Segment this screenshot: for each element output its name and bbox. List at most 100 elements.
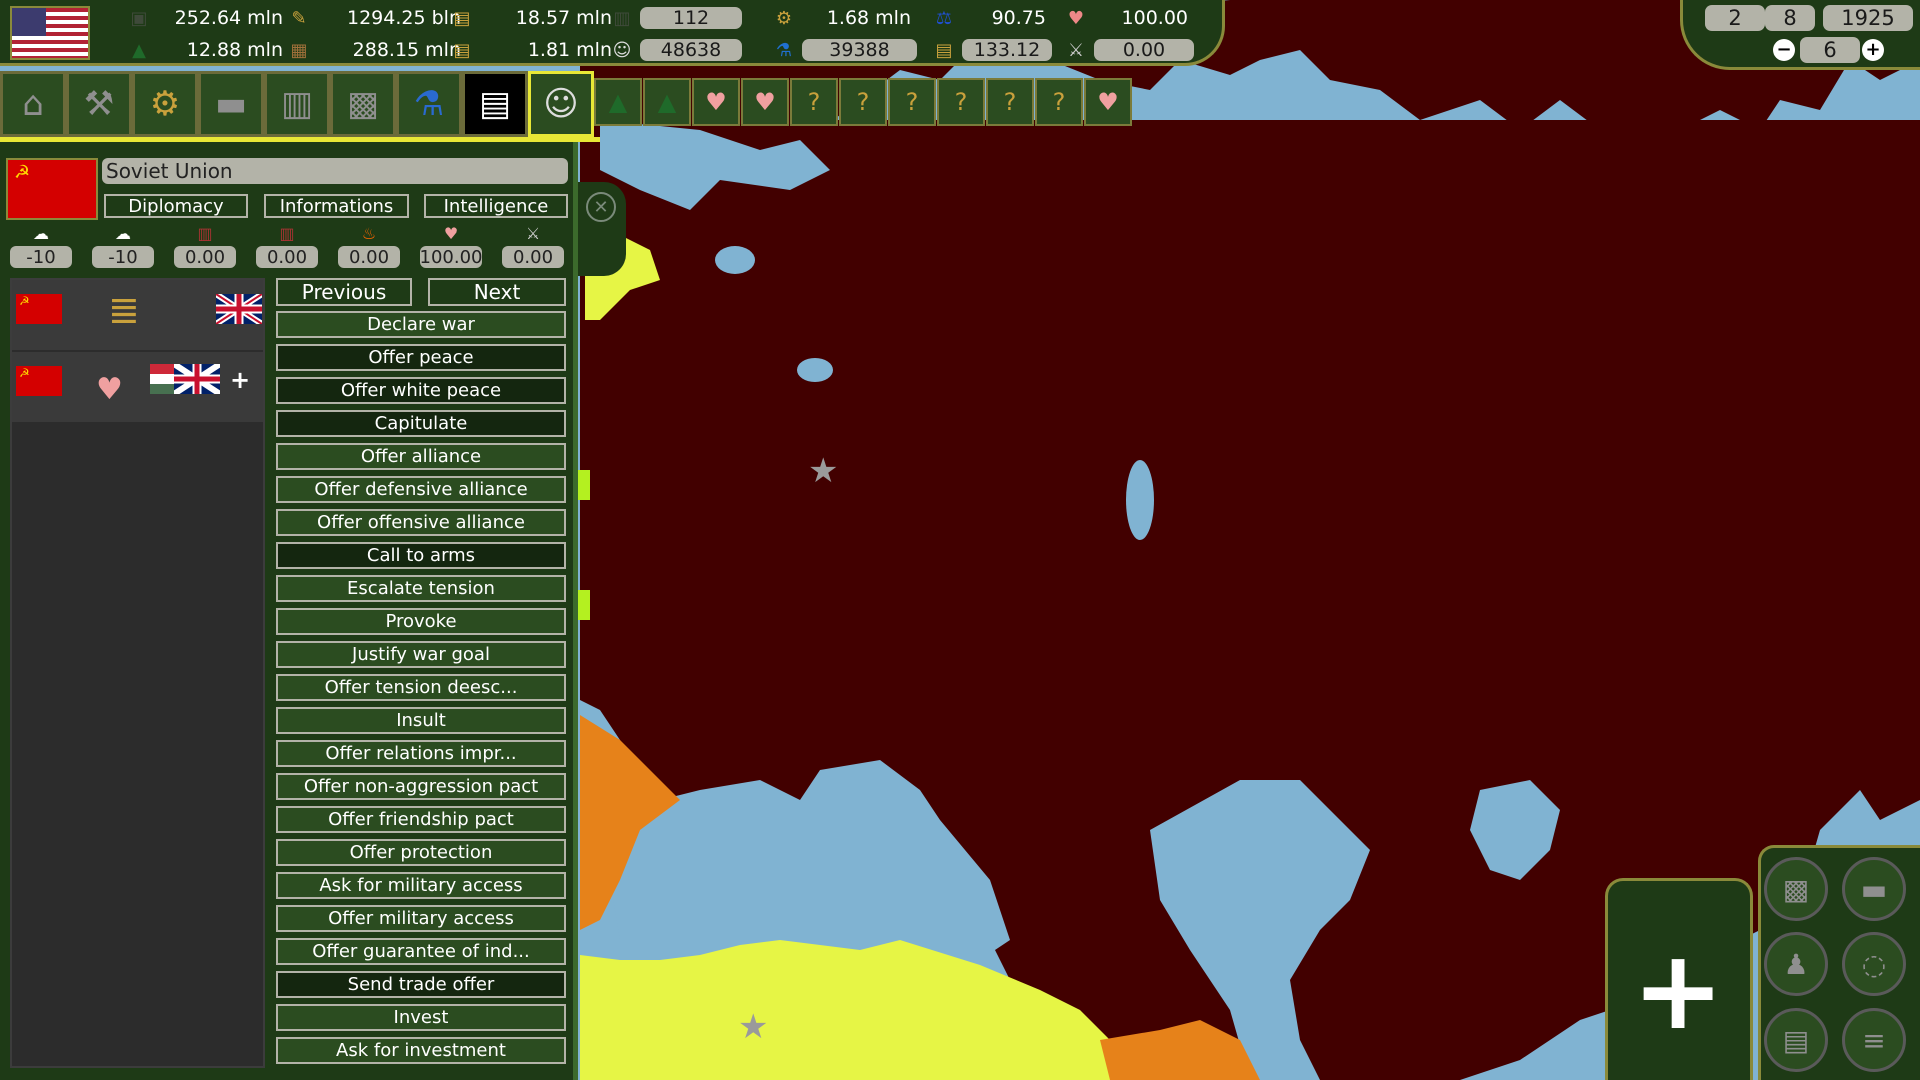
opinion-icon: ☁ (33, 223, 49, 243)
action-button[interactable]: Offer alliance (276, 443, 566, 470)
day-display: 2 (1705, 5, 1765, 31)
next-button[interactable]: Next (428, 278, 566, 306)
moscow-capital-star[interactable]: ★ (808, 451, 838, 491)
action-button[interactable]: Offer offensive alliance (276, 509, 566, 536)
goods-resource[interactable]: ▤ 18.57 mln (448, 5, 618, 31)
goods-icon: ▤ (453, 7, 471, 29)
ankara-capital-star[interactable]: ★ (738, 1007, 768, 1047)
action-button[interactable]: Justify war goal (276, 641, 566, 668)
resources-resource[interactable]: ▦ 288.15 mln (285, 37, 467, 63)
hammer-sickle-icon: ☭ (19, 366, 30, 380)
handshake-icon[interactable]: ♥ (692, 78, 740, 126)
action-button[interactable]: Call to arms (276, 542, 566, 569)
action-button[interactable]: Offer tension deesc... (276, 674, 566, 701)
action-button[interactable]: Capitulate (276, 410, 566, 437)
tab-informations[interactable]: Informations (264, 194, 409, 218)
research-value: 39388 (802, 39, 917, 61)
heart-icon: ♥ (443, 223, 459, 243)
chart-icon[interactable]: ▤ (462, 71, 528, 137)
relations-value: 100.00 (1121, 7, 1188, 29)
ideology-resource[interactable]: ☺ 48638 (608, 37, 742, 63)
more-countries-icon: + (230, 366, 251, 394)
theater-masks-icon[interactable]: ☺ (528, 71, 594, 137)
handshake-icon[interactable]: ♥ (1084, 78, 1132, 126)
agreements-list[interactable]: ☭ ≣ ☭ ♥ + (10, 278, 265, 1068)
document-icon[interactable]: ▤ (1764, 1008, 1828, 1072)
handshake-icon[interactable]: ♥ (741, 78, 789, 126)
buildings-resource[interactable]: ▥ 112 (608, 5, 742, 31)
gear-icon[interactable]: ⚙ (132, 71, 198, 137)
relations-resource[interactable]: ♥ 100.00 (1062, 5, 1194, 31)
usa-flag[interactable] (10, 6, 90, 60)
opinion-value: -10 (10, 246, 72, 268)
tank-icon[interactable]: ▬ (198, 71, 264, 137)
action-button[interactable]: Send trade offer (276, 971, 566, 998)
zoom-in-button[interactable]: + (1632, 935, 1724, 1045)
list-item[interactable]: ☭ ≣ (12, 280, 263, 352)
trade-offer-icon[interactable]: ? (790, 78, 838, 126)
war-exhaustion-resource[interactable]: ⚔ 0.00 (1062, 37, 1194, 63)
goods-income-resource[interactable]: ▤ 1.81 mln (448, 37, 618, 63)
stability-resource[interactable]: ⚖ 90.75 (930, 5, 1052, 31)
action-button[interactable]: Declare war (276, 311, 566, 338)
ideology-value: 48638 (640, 39, 742, 61)
month-display: 8 (1765, 5, 1815, 31)
soldier-icon: ▲ (132, 39, 146, 61)
main-toolbar: ⌂ ⚒ ⚙ ▬ ▥ ▩ ⚗ ▤ ☺ ▲ ▲ ♥ ♥ ? ? ? ? ? ? ♥ (0, 71, 1133, 137)
tab-intelligence[interactable]: Intelligence (424, 194, 568, 218)
action-button[interactable]: Offer white peace (276, 377, 566, 404)
gear-icon: ⚙ (775, 7, 793, 29)
map-icon[interactable]: ▩ (1764, 857, 1828, 921)
action-button[interactable]: Offer non-aggression pact (276, 773, 566, 800)
close-icon[interactable]: ✕ (586, 192, 616, 222)
population-resource[interactable]: ▣ 252.64 mln (125, 5, 289, 31)
tank-icon[interactable]: ▬ (1842, 857, 1906, 921)
action-button[interactable]: Offer military access (276, 905, 566, 932)
poland-border-strip (578, 470, 590, 500)
flask-icon[interactable]: ⚗ (396, 71, 462, 137)
action-button[interactable]: Ask for military access (276, 872, 566, 899)
action-button[interactable]: Offer friendship pact (276, 806, 566, 833)
action-button[interactable]: Ask for investment (276, 1037, 566, 1064)
money-resource[interactable]: ✎ 1294.25 bln (285, 5, 467, 31)
army-resource[interactable]: ▲ 12.88 mln (125, 37, 289, 63)
action-button[interactable]: Provoke (276, 608, 566, 635)
action-button[interactable]: Escalate tension (276, 575, 566, 602)
trade-offer-icon[interactable]: ? (937, 78, 985, 126)
research-resource[interactable]: ⚗ 39388 (770, 37, 917, 63)
industry-resource[interactable]: ⚙ 1.68 mln (770, 5, 917, 31)
factory-small-icon: ▥ (279, 223, 295, 243)
trade-offer-icon[interactable]: ? (986, 78, 1034, 126)
speed-decrease-button[interactable]: − (1773, 39, 1795, 61)
government-icon[interactable]: ⌂ (0, 71, 66, 137)
action-button[interactable]: Offer protection (276, 839, 566, 866)
goods-stock-resource[interactable]: ▤ 133.12 (930, 37, 1052, 63)
list-icon[interactable]: ≡ (1842, 1008, 1906, 1072)
action-button[interactable]: Offer relations impr... (276, 740, 566, 767)
tab-diplomacy[interactable]: Diplomacy (104, 194, 248, 218)
action-button[interactable]: Invest (276, 1004, 566, 1031)
army-icon[interactable]: ▲ (594, 78, 642, 126)
army-icon[interactable]: ▲ (643, 78, 691, 126)
action-button[interactable]: Offer defensive alliance (276, 476, 566, 503)
trade-offer-icon[interactable]: ? (888, 78, 936, 126)
factory-icon[interactable]: ▥ (264, 71, 330, 137)
game-speed-display: 6 (1800, 37, 1860, 63)
goods-value: 18.57 mln (515, 7, 612, 29)
trade-offer-icon[interactable]: ? (1035, 78, 1083, 126)
map-icon[interactable]: ▩ (330, 71, 396, 137)
hammer-icon[interactable]: ⚒ (66, 71, 132, 137)
action-button[interactable]: Offer peace (276, 344, 566, 371)
resources-value: 288.15 mln (352, 39, 461, 61)
action-button[interactable]: Offer guarantee of ind... (276, 938, 566, 965)
speed-increase-button[interactable]: + (1862, 39, 1884, 61)
trade-offer-icon[interactable]: ? (839, 78, 887, 126)
person-icon[interactable]: ♟ (1764, 932, 1828, 996)
hammer-sickle-icon: ☭ (19, 294, 30, 308)
resource-pile-icon: ▦ (290, 39, 308, 61)
region-icon[interactable]: ◌ (1842, 932, 1906, 996)
action-button[interactable]: Insult (276, 707, 566, 734)
list-item[interactable]: ☭ ♥ + (12, 352, 263, 424)
theater-icon: ☺ (612, 39, 632, 61)
previous-button[interactable]: Previous (276, 278, 412, 306)
